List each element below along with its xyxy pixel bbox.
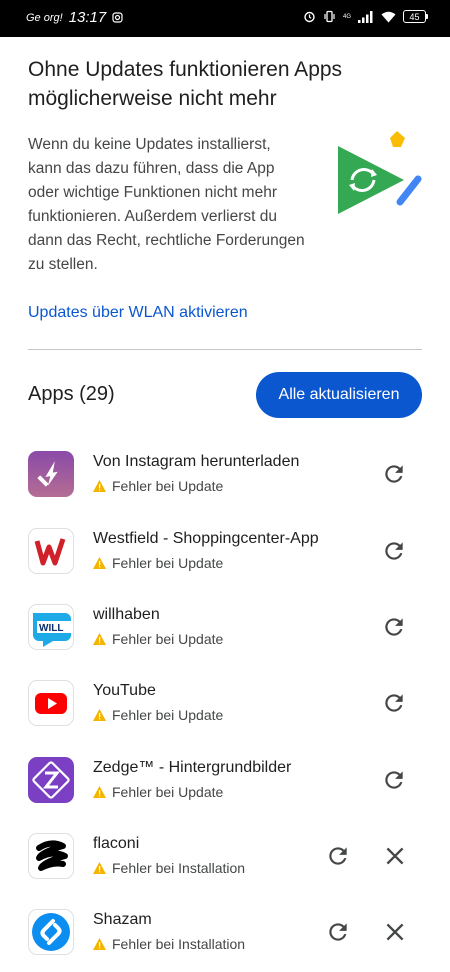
app-status-text: Fehler bei Installation <box>112 936 246 952</box>
app-row[interactable]: YouTube Fehler bei Update <box>0 680 450 740</box>
warning-icon <box>93 633 106 645</box>
update-illustration <box>338 131 422 214</box>
app-row[interactable]: Von Instagram herunterladen Fehler bei U… <box>0 451 450 511</box>
app-row[interactable]: Zedge™ - Hintergrundbilder Fehler bei Up… <box>0 757 450 817</box>
app-name: YouTube <box>93 682 156 699</box>
retry-icon[interactable] <box>325 843 351 869</box>
app-status: Fehler bei Update <box>93 478 223 494</box>
app-name: Zedge™ - Hintergrundbilder <box>93 759 292 776</box>
westfield-icon <box>28 528 74 574</box>
app-name: Westfield - Shoppingcenter-App <box>93 530 319 547</box>
warning-icon <box>93 480 106 492</box>
app-status: Fehler bei Update <box>93 631 223 647</box>
warning-icon <box>93 862 106 874</box>
battery-indicator: 45 <box>403 10 428 23</box>
status-bar-right: 4G 45 <box>303 10 428 23</box>
warning-icon <box>93 786 106 798</box>
zedge-icon <box>28 757 74 803</box>
app-status-text: Fehler bei Update <box>112 631 224 647</box>
app-row[interactable]: WILL willhaben Fehler bei Update <box>0 604 450 664</box>
app-status-text: Fehler bei Installation <box>112 860 246 876</box>
network-type: 4G <box>342 13 351 20</box>
close-icon[interactable] <box>382 919 408 945</box>
willhaben-icon: WILL <box>28 604 74 650</box>
app-name: willhaben <box>93 606 160 623</box>
update-all-button[interactable]: Alle aktualisieren <box>256 372 422 418</box>
app-status: Fehler bei Update <box>93 707 223 723</box>
shazam-icon <box>28 909 74 955</box>
retry-icon[interactable] <box>381 614 407 640</box>
app-status-text: Fehler bei Update <box>112 707 224 723</box>
app-status: Fehler bei Installation <box>93 860 245 876</box>
app-name: Von Instagram herunterladen <box>93 453 300 470</box>
retry-icon[interactable] <box>381 538 407 564</box>
app-row[interactable]: flaconi Fehler bei Installation <box>0 833 450 893</box>
warning-icon <box>93 709 106 721</box>
retry-icon[interactable] <box>381 767 407 793</box>
carrier-label: Ge org! <box>26 11 63 24</box>
app-status: Fehler bei Update <box>93 555 223 571</box>
willhaben-icon-text: WILL <box>39 623 63 634</box>
divider <box>28 349 422 350</box>
app-name: Shazam <box>93 911 152 928</box>
app-row[interactable]: Westfield - Shoppingcenter-App Fehler be… <box>0 528 450 588</box>
page-title: Ohne Updates funktionieren Apps mögliche… <box>28 58 343 110</box>
vibrate-icon <box>324 10 335 23</box>
app-status-text: Fehler bei Update <box>112 478 224 494</box>
alarm-icon <box>304 11 315 23</box>
apps-count-heading: Apps (29) <box>28 383 115 405</box>
app-status: Fehler bei Installation <box>93 936 245 952</box>
warning-icon <box>93 557 106 569</box>
app-status-text: Fehler bei Update <box>112 555 224 571</box>
app-row[interactable]: Shazam Fehler bei Installation <box>0 909 450 969</box>
app-status: Fehler bei Update <box>93 784 223 800</box>
page-description: Wenn du keine Updates installierst, kann… <box>28 136 305 273</box>
retry-icon[interactable] <box>381 461 407 487</box>
app-name: flaconi <box>93 835 140 852</box>
instagram-notification-icon <box>112 12 123 23</box>
status-bar: Ge org! 13:17 4G 45 <box>0 0 450 37</box>
youtube-icon <box>28 680 74 726</box>
instagram-download-icon <box>28 451 74 497</box>
close-icon[interactable] <box>382 843 408 869</box>
wifi-icon <box>381 11 396 22</box>
signal-icon <box>358 10 373 23</box>
retry-icon[interactable] <box>381 690 407 716</box>
enable-wlan-updates-link[interactable]: Updates über WLAN aktivieren <box>28 304 248 322</box>
warning-icon <box>93 938 106 950</box>
flaconi-icon <box>28 833 74 879</box>
clock: 13:17 <box>68 9 107 26</box>
retry-icon[interactable] <box>325 919 351 945</box>
app-status-text: Fehler bei Update <box>112 784 224 800</box>
status-bar-left: Ge org! 13:17 <box>26 9 123 26</box>
